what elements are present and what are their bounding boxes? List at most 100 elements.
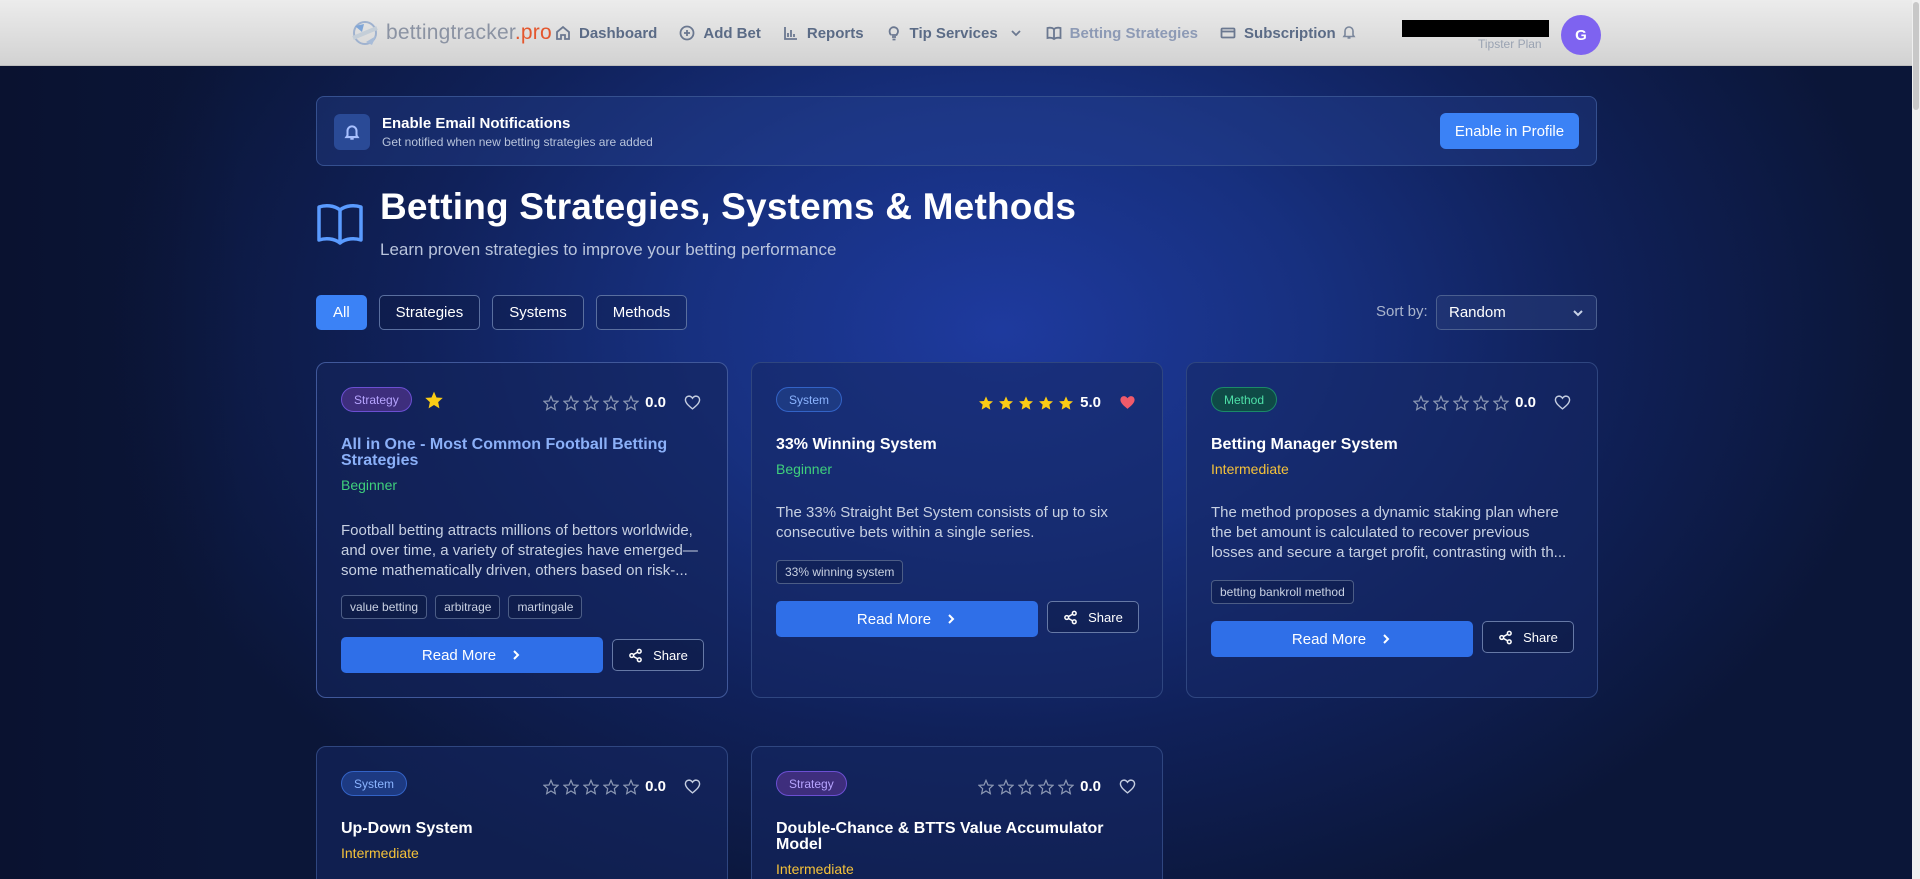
nav-dashboard[interactable]: Dashboard xyxy=(555,25,657,42)
type-badge: Strategy xyxy=(341,387,412,412)
share-button[interactable]: Share xyxy=(1047,601,1139,633)
star-rating[interactable] xyxy=(978,778,1075,795)
star-rating[interactable] xyxy=(543,394,640,411)
rating: 5.0 xyxy=(978,394,1136,411)
tag-list: value betting arbitrage martingale xyxy=(341,595,583,619)
favorite-heart-icon[interactable] xyxy=(684,394,701,411)
type-badge: Strategy xyxy=(776,771,847,796)
read-more-button[interactable]: Read More xyxy=(776,601,1038,637)
rating-value: 0.0 xyxy=(1515,394,1536,411)
filter-strategies[interactable]: Strategies xyxy=(378,295,481,330)
sort-value: Random xyxy=(1449,304,1506,321)
star-empty-icon[interactable] xyxy=(563,778,580,795)
open-book-icon xyxy=(317,204,363,245)
nav-add-bet[interactable]: Add Bet xyxy=(679,25,761,42)
notifications-bell-icon[interactable] xyxy=(1341,24,1357,40)
card-description: The method proposes a dynamic staking pl… xyxy=(1211,504,1567,561)
star-empty-icon[interactable] xyxy=(978,778,995,795)
star-empty-icon[interactable] xyxy=(998,778,1015,795)
rating: 0.0 xyxy=(543,394,701,411)
star-empty-icon[interactable] xyxy=(1453,394,1470,411)
favorite-heart-icon[interactable] xyxy=(1119,778,1136,795)
strategy-card: System 5.0 33% Winning System Beginner T… xyxy=(751,362,1163,698)
star-rating[interactable] xyxy=(1413,394,1510,411)
nav-reports[interactable]: Reports xyxy=(783,25,864,42)
star-rating[interactable] xyxy=(978,395,1074,411)
card-title[interactable]: 33% Winning System xyxy=(776,437,1116,453)
tag[interactable]: 33% winning system xyxy=(776,560,904,584)
favorite-heart-icon[interactable] xyxy=(684,778,701,795)
read-more-label: Read More xyxy=(856,610,932,628)
tag[interactable]: martingale xyxy=(508,595,583,619)
share-label: Share xyxy=(1088,609,1123,625)
star-empty-icon[interactable] xyxy=(1473,394,1490,411)
star-empty-icon[interactable] xyxy=(583,778,600,795)
chevron-right-icon xyxy=(948,614,955,624)
card-description: Football betting attracts millions of be… xyxy=(341,522,698,579)
card-title[interactable]: All in One - Most Common Football Bettin… xyxy=(341,437,681,469)
star-filled-icon[interactable] xyxy=(1038,395,1054,411)
nav-subscription[interactable]: Subscription xyxy=(1220,25,1336,42)
star-empty-icon[interactable] xyxy=(623,778,640,795)
card-title[interactable]: Up-Down System xyxy=(341,821,681,837)
star-empty-icon[interactable] xyxy=(563,394,580,411)
filter-systems[interactable]: Systems xyxy=(492,295,584,330)
enable-in-profile-button[interactable]: Enable in Profile xyxy=(1440,113,1579,149)
star-filled-icon[interactable] xyxy=(998,395,1014,411)
page-subtitle: Learn proven strategies to improve your … xyxy=(380,240,837,259)
bar-chart-icon xyxy=(783,27,797,40)
star-rating[interactable] xyxy=(543,778,640,795)
nav-betting-strategies[interactable]: Betting Strategies xyxy=(1046,25,1198,42)
tag[interactable]: arbitrage xyxy=(435,595,501,619)
logo-icon xyxy=(352,21,378,45)
strategy-card: System 0.0 Up-Down System Intermediate xyxy=(316,746,728,879)
read-more-button[interactable]: Read More xyxy=(1211,621,1473,657)
bell-icon xyxy=(344,125,360,140)
star-empty-icon[interactable] xyxy=(603,394,620,411)
share-label: Share xyxy=(653,647,688,663)
credit-card-icon xyxy=(1220,27,1236,39)
star-empty-icon[interactable] xyxy=(1038,778,1055,795)
star-empty-icon[interactable] xyxy=(603,778,620,795)
read-more-button[interactable]: Read More xyxy=(341,637,603,673)
favorite-heart-icon[interactable] xyxy=(1554,394,1571,411)
type-badge: Method xyxy=(1211,387,1278,412)
star-empty-icon[interactable] xyxy=(623,394,640,411)
star-empty-icon[interactable] xyxy=(583,394,600,411)
tag-list: betting bankroll method xyxy=(1211,580,1354,604)
star-empty-icon[interactable] xyxy=(1058,778,1075,795)
scrollbar-thumb[interactable] xyxy=(1913,2,1919,110)
tag[interactable]: value betting xyxy=(341,595,428,619)
page-scrollbar[interactable] xyxy=(1912,0,1920,879)
nav-tip-services[interactable]: Tip Services xyxy=(886,25,1024,42)
type-badge: System xyxy=(341,771,408,796)
filter-methods[interactable]: Methods xyxy=(595,295,688,330)
star-filled-icon[interactable] xyxy=(1058,395,1074,411)
difficulty-level: Intermediate xyxy=(341,845,419,861)
card-title[interactable]: Betting Manager System xyxy=(1211,437,1551,453)
share-button[interactable]: Share xyxy=(1482,621,1574,653)
star-filled-icon[interactable] xyxy=(1018,395,1034,411)
brand-logo[interactable]: bettingtracker.pro xyxy=(350,18,552,48)
card-title[interactable]: Double-Chance & BTTS Value Accumulator M… xyxy=(776,821,1116,853)
rating: 0.0 xyxy=(1413,394,1571,411)
star-empty-icon[interactable] xyxy=(1433,394,1450,411)
tag[interactable]: betting bankroll method xyxy=(1211,580,1354,604)
user-avatar[interactable]: G xyxy=(1561,15,1601,55)
difficulty-level: Intermediate xyxy=(776,861,854,877)
favorite-heart-icon[interactable] xyxy=(1119,394,1136,411)
star-empty-icon[interactable] xyxy=(543,778,560,795)
nav-subscription-label: Subscription xyxy=(1244,24,1336,42)
star-empty-icon[interactable] xyxy=(1413,394,1430,411)
star-empty-icon[interactable] xyxy=(543,394,560,411)
read-more-label: Read More xyxy=(421,646,497,664)
share-button[interactable]: Share xyxy=(612,639,704,671)
nav-reports-label: Reports xyxy=(806,24,864,42)
filter-all[interactable]: All xyxy=(316,295,367,330)
rating-value: 0.0 xyxy=(1080,778,1101,795)
star-empty-icon[interactable] xyxy=(1493,394,1510,411)
sort-select[interactable]: Random xyxy=(1436,295,1597,330)
star-empty-icon[interactable] xyxy=(1018,778,1035,795)
star-filled-icon[interactable] xyxy=(978,395,994,411)
difficulty-level: Beginner xyxy=(341,477,398,493)
